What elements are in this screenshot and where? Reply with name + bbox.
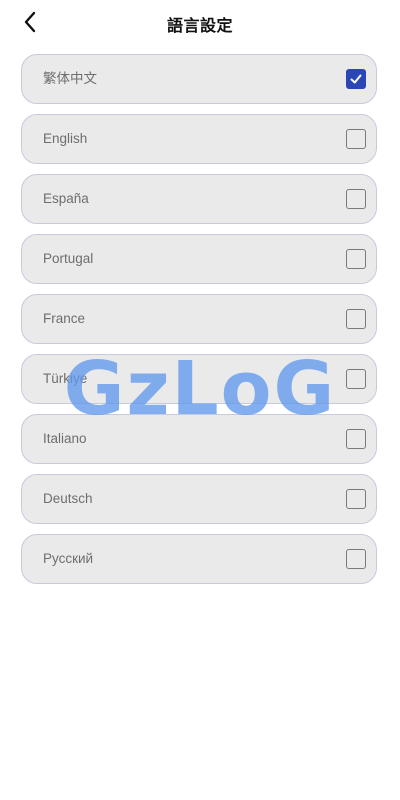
- language-list: 繁体中文 English España Portugal France Türk…: [21, 54, 377, 594]
- checkbox[interactable]: [346, 129, 366, 149]
- language-label: Portugal: [43, 251, 94, 266]
- top-bar: 語言設定: [0, 0, 400, 46]
- checkbox[interactable]: [346, 189, 366, 209]
- page-title: 語言設定: [166, 16, 233, 35]
- checkbox[interactable]: [346, 489, 366, 509]
- language-option[interactable]: Deutsch: [21, 474, 377, 524]
- language-label: España: [43, 191, 89, 206]
- checkbox[interactable]: [346, 309, 366, 329]
- checkbox[interactable]: [346, 69, 366, 89]
- language-option[interactable]: Türkiye: [21, 354, 377, 404]
- language-label: Русский: [43, 551, 94, 566]
- language-label: Deutsch: [43, 491, 93, 506]
- language-label: France: [43, 311, 86, 326]
- checkbox[interactable]: [346, 249, 366, 269]
- checkbox[interactable]: [346, 549, 366, 569]
- language-label: Italiano: [43, 431, 87, 446]
- language-option[interactable]: 繁体中文: [21, 54, 377, 104]
- language-option[interactable]: España: [21, 174, 377, 224]
- language-option[interactable]: English: [21, 114, 377, 164]
- language-label: 繁体中文: [43, 71, 97, 86]
- check-icon: [350, 74, 362, 84]
- language-option[interactable]: Portugal: [21, 234, 377, 284]
- checkbox[interactable]: [346, 369, 366, 389]
- language-option[interactable]: Italiano: [21, 414, 377, 464]
- language-label: Türkiye: [43, 371, 88, 386]
- checkbox[interactable]: [346, 429, 366, 449]
- language-label: English: [43, 131, 88, 146]
- language-option[interactable]: Русский: [21, 534, 377, 584]
- language-option[interactable]: France: [21, 294, 377, 344]
